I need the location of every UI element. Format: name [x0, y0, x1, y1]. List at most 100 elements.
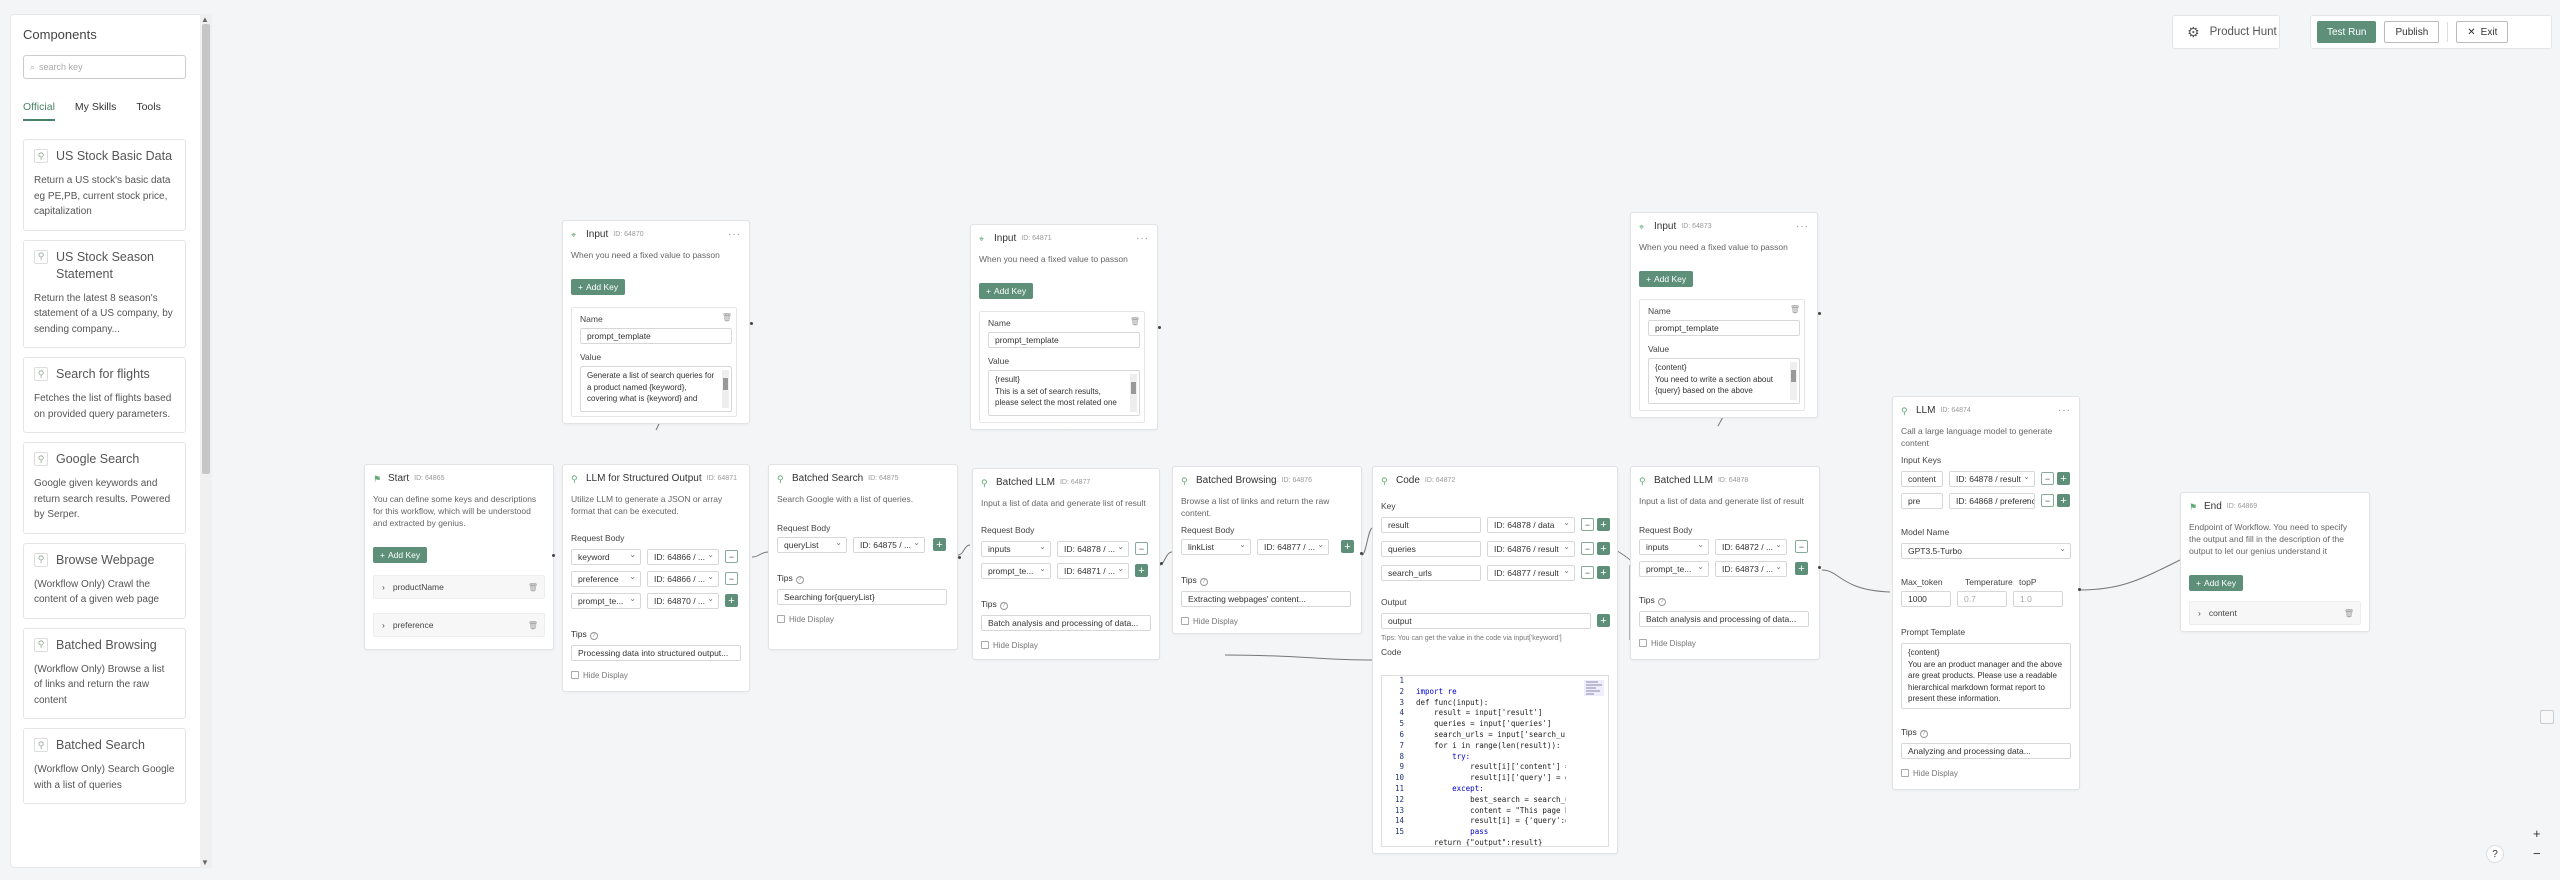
add-key-button[interactable]: + — [2057, 472, 2070, 485]
component-card[interactable]: ⚲ Search for flights Fetches the list of f… — [23, 357, 186, 433]
help-button[interactable]: ? — [2486, 845, 2504, 863]
add-key-button[interactable]: + — [2057, 494, 2070, 507]
connector-handle[interactable] — [2078, 588, 2081, 591]
textarea-scrollbar[interactable] — [722, 370, 729, 408]
param-key-select[interactable]: queryList — [777, 537, 847, 553]
key-ref-select[interactable]: ID: 64877 / result — [1487, 565, 1575, 581]
start-node[interactable]: ⚑ Start ID: 64865 You can define some keys… — [364, 464, 554, 650]
input-ref-select[interactable]: ID: 64878 / result — [1949, 471, 2035, 487]
param-ref-select[interactable]: ID: 64872 / ... — [1715, 539, 1787, 555]
search-input[interactable]: ⌕ search key — [23, 55, 186, 79]
value-textarea[interactable]: {result} This is a set of search results… — [988, 370, 1140, 416]
hide-display-toggle[interactable]: Hide Display — [1181, 617, 1238, 626]
add-key-button[interactable]: + Add Key — [571, 279, 626, 295]
component-card[interactable]: ⚲ Browse Webpage (Workflow Only) Crawl the… — [23, 542, 186, 619]
add-key-button[interactable]: + Add Key — [2189, 575, 2244, 591]
add-param-button[interactable]: + — [1341, 540, 1354, 553]
llm-structured-node[interactable]: ⚲ LLM for Structured Output ID: 64871 Util… — [562, 464, 750, 692]
component-card[interactable]: ⚲ US Stock Basic Data Return a US stock's … — [23, 139, 186, 231]
zoom-in-button[interactable]: + — [2533, 826, 2541, 841]
hide-display-toggle[interactable]: Hide Display — [1639, 639, 1696, 648]
hide-display-toggle[interactable]: Hide Display — [777, 615, 834, 624]
param-ref-select[interactable]: ID: 64866 / ... — [647, 549, 719, 565]
batched-llm-node[interactable]: ⚲ Batched LLM ID: 64878 Input a list of da… — [1630, 466, 1820, 660]
key-item[interactable]: › productName 🗑 — [373, 575, 545, 599]
value-textarea[interactable]: {content} You need to write a section ab… — [1648, 358, 1800, 404]
connector-handle[interactable] — [1360, 552, 1363, 555]
param-key-select[interactable]: prompt_te... — [981, 563, 1051, 579]
hide-display-toggle[interactable]: Hide Display — [981, 641, 1038, 650]
param-key-select[interactable]: keyword — [571, 549, 641, 565]
tab-official[interactable]: Official — [23, 101, 55, 121]
tips-field[interactable]: Analyzing and processing data... — [1901, 743, 2071, 759]
tab-tools[interactable]: Tools — [136, 101, 161, 121]
add-key-button[interactable]: + — [1597, 518, 1610, 531]
trash-icon[interactable]: 🗑 — [722, 313, 732, 322]
input-key-field[interactable]: content — [1901, 471, 1943, 487]
tab-my-skills[interactable]: My Skills — [75, 101, 116, 121]
param-ref-select[interactable]: ID: 64870 / ... — [647, 593, 719, 609]
input-node[interactable]: ⌖ Input ID: 64870 ··· When you need a fixed… — [562, 220, 750, 424]
connector-handle[interactable] — [1158, 326, 1161, 329]
more-icon[interactable]: ··· — [1796, 221, 1809, 232]
trash-icon[interactable]: 🗑 — [2344, 609, 2354, 618]
checkbox[interactable] — [1639, 639, 1647, 647]
more-icon[interactable]: ··· — [1136, 233, 1149, 244]
param-ref-select[interactable]: ID: 64866 / ... — [647, 571, 719, 587]
key-name-field[interactable]: search_urls — [1381, 565, 1481, 581]
checkbox[interactable] — [981, 641, 989, 649]
llm-node[interactable]: ⚲ LLM ID: 64874 ··· Call a large language m… — [1892, 396, 2080, 790]
add-param-button[interactable]: + — [1795, 562, 1808, 575]
model-select[interactable]: GPT3.5-Turbo — [1901, 543, 2071, 559]
test-run-button[interactable]: Test Run — [2317, 21, 2377, 43]
textarea-scrollbar[interactable] — [1130, 374, 1137, 412]
input-ref-select[interactable]: ID: 64868 / preference — [1949, 493, 2035, 509]
add-key-button[interactable]: + — [1597, 542, 1610, 555]
add-param-button[interactable]: + — [1135, 564, 1148, 577]
key-item[interactable]: › preference 🗑 — [373, 613, 545, 637]
zoom-out-button[interactable]: − — [2533, 846, 2541, 861]
add-key-button[interactable]: + Add Key — [373, 547, 428, 563]
exit-button[interactable]: ✕ Exit — [2456, 21, 2509, 43]
scroll-down-icon[interactable]: ▼ — [201, 858, 209, 867]
connector-handle[interactable] — [552, 554, 555, 557]
param-ref-select[interactable]: ID: 64871 / ... — [1057, 563, 1129, 579]
tips-field[interactable]: Extracting webpages' content... — [1181, 591, 1351, 607]
component-card[interactable]: ⚲ Batched Browsing (Workflow Only) Browse … — [23, 627, 186, 719]
minus-button[interactable]: − — [1581, 566, 1594, 579]
value-textarea[interactable]: Generate a list of search queries for a … — [580, 366, 732, 412]
more-icon[interactable]: ··· — [728, 229, 741, 240]
tips-field[interactable]: Batch analysis and processing of data... — [1639, 611, 1809, 627]
param-key-select[interactable]: prompt_te... — [571, 593, 641, 609]
trash-icon[interactable]: 🗑 — [1790, 305, 1800, 314]
tips-field[interactable]: Processing data into structured output..… — [571, 645, 741, 661]
name-field[interactable]: prompt_template — [580, 328, 732, 344]
add-key-button[interactable]: + Add Key — [979, 283, 1034, 299]
minus-button[interactable]: − — [2041, 472, 2054, 485]
publish-button[interactable]: Publish — [2384, 21, 2440, 43]
param-key-select[interactable]: linkList — [1181, 539, 1251, 555]
trash-icon[interactable]: 🗑 — [1130, 317, 1140, 326]
add-param-button[interactable]: + — [933, 538, 946, 551]
output-field[interactable]: output — [1381, 613, 1591, 629]
input-key-field[interactable]: pre — [1901, 493, 1943, 509]
param-ref-select[interactable]: ID: 64873 / ... — [1715, 561, 1787, 577]
minus-button[interactable]: − — [1581, 518, 1594, 531]
key-ref-select[interactable]: ID: 64878 / data — [1487, 517, 1575, 533]
add-key-button[interactable]: + — [1597, 566, 1610, 579]
scroll-up-icon[interactable]: ▲ — [201, 15, 209, 24]
checkbox[interactable] — [571, 671, 579, 679]
connector-handle[interactable] — [1818, 566, 1821, 569]
workflow-canvas[interactable]: Components ⌕ search key Official My Skil… — [0, 0, 2560, 880]
connector-handle[interactable] — [1160, 562, 1163, 565]
product-hunt-button[interactable]: ⚙ Product Hunt — [2172, 15, 2280, 49]
connector-handle[interactable] — [958, 556, 961, 559]
param-key-select[interactable]: preference — [571, 571, 641, 587]
add-output-button[interactable]: + — [1597, 614, 1610, 627]
minus-button[interactable]: − — [1135, 542, 1148, 555]
max-token-field[interactable]: 1000 — [1901, 591, 1951, 607]
trash-icon[interactable]: 🗑 — [528, 621, 538, 630]
component-card[interactable]: ⚲ Google Search Google given keywords and … — [23, 442, 186, 534]
checkbox[interactable] — [1181, 617, 1189, 625]
add-param-button[interactable]: + — [725, 594, 738, 607]
